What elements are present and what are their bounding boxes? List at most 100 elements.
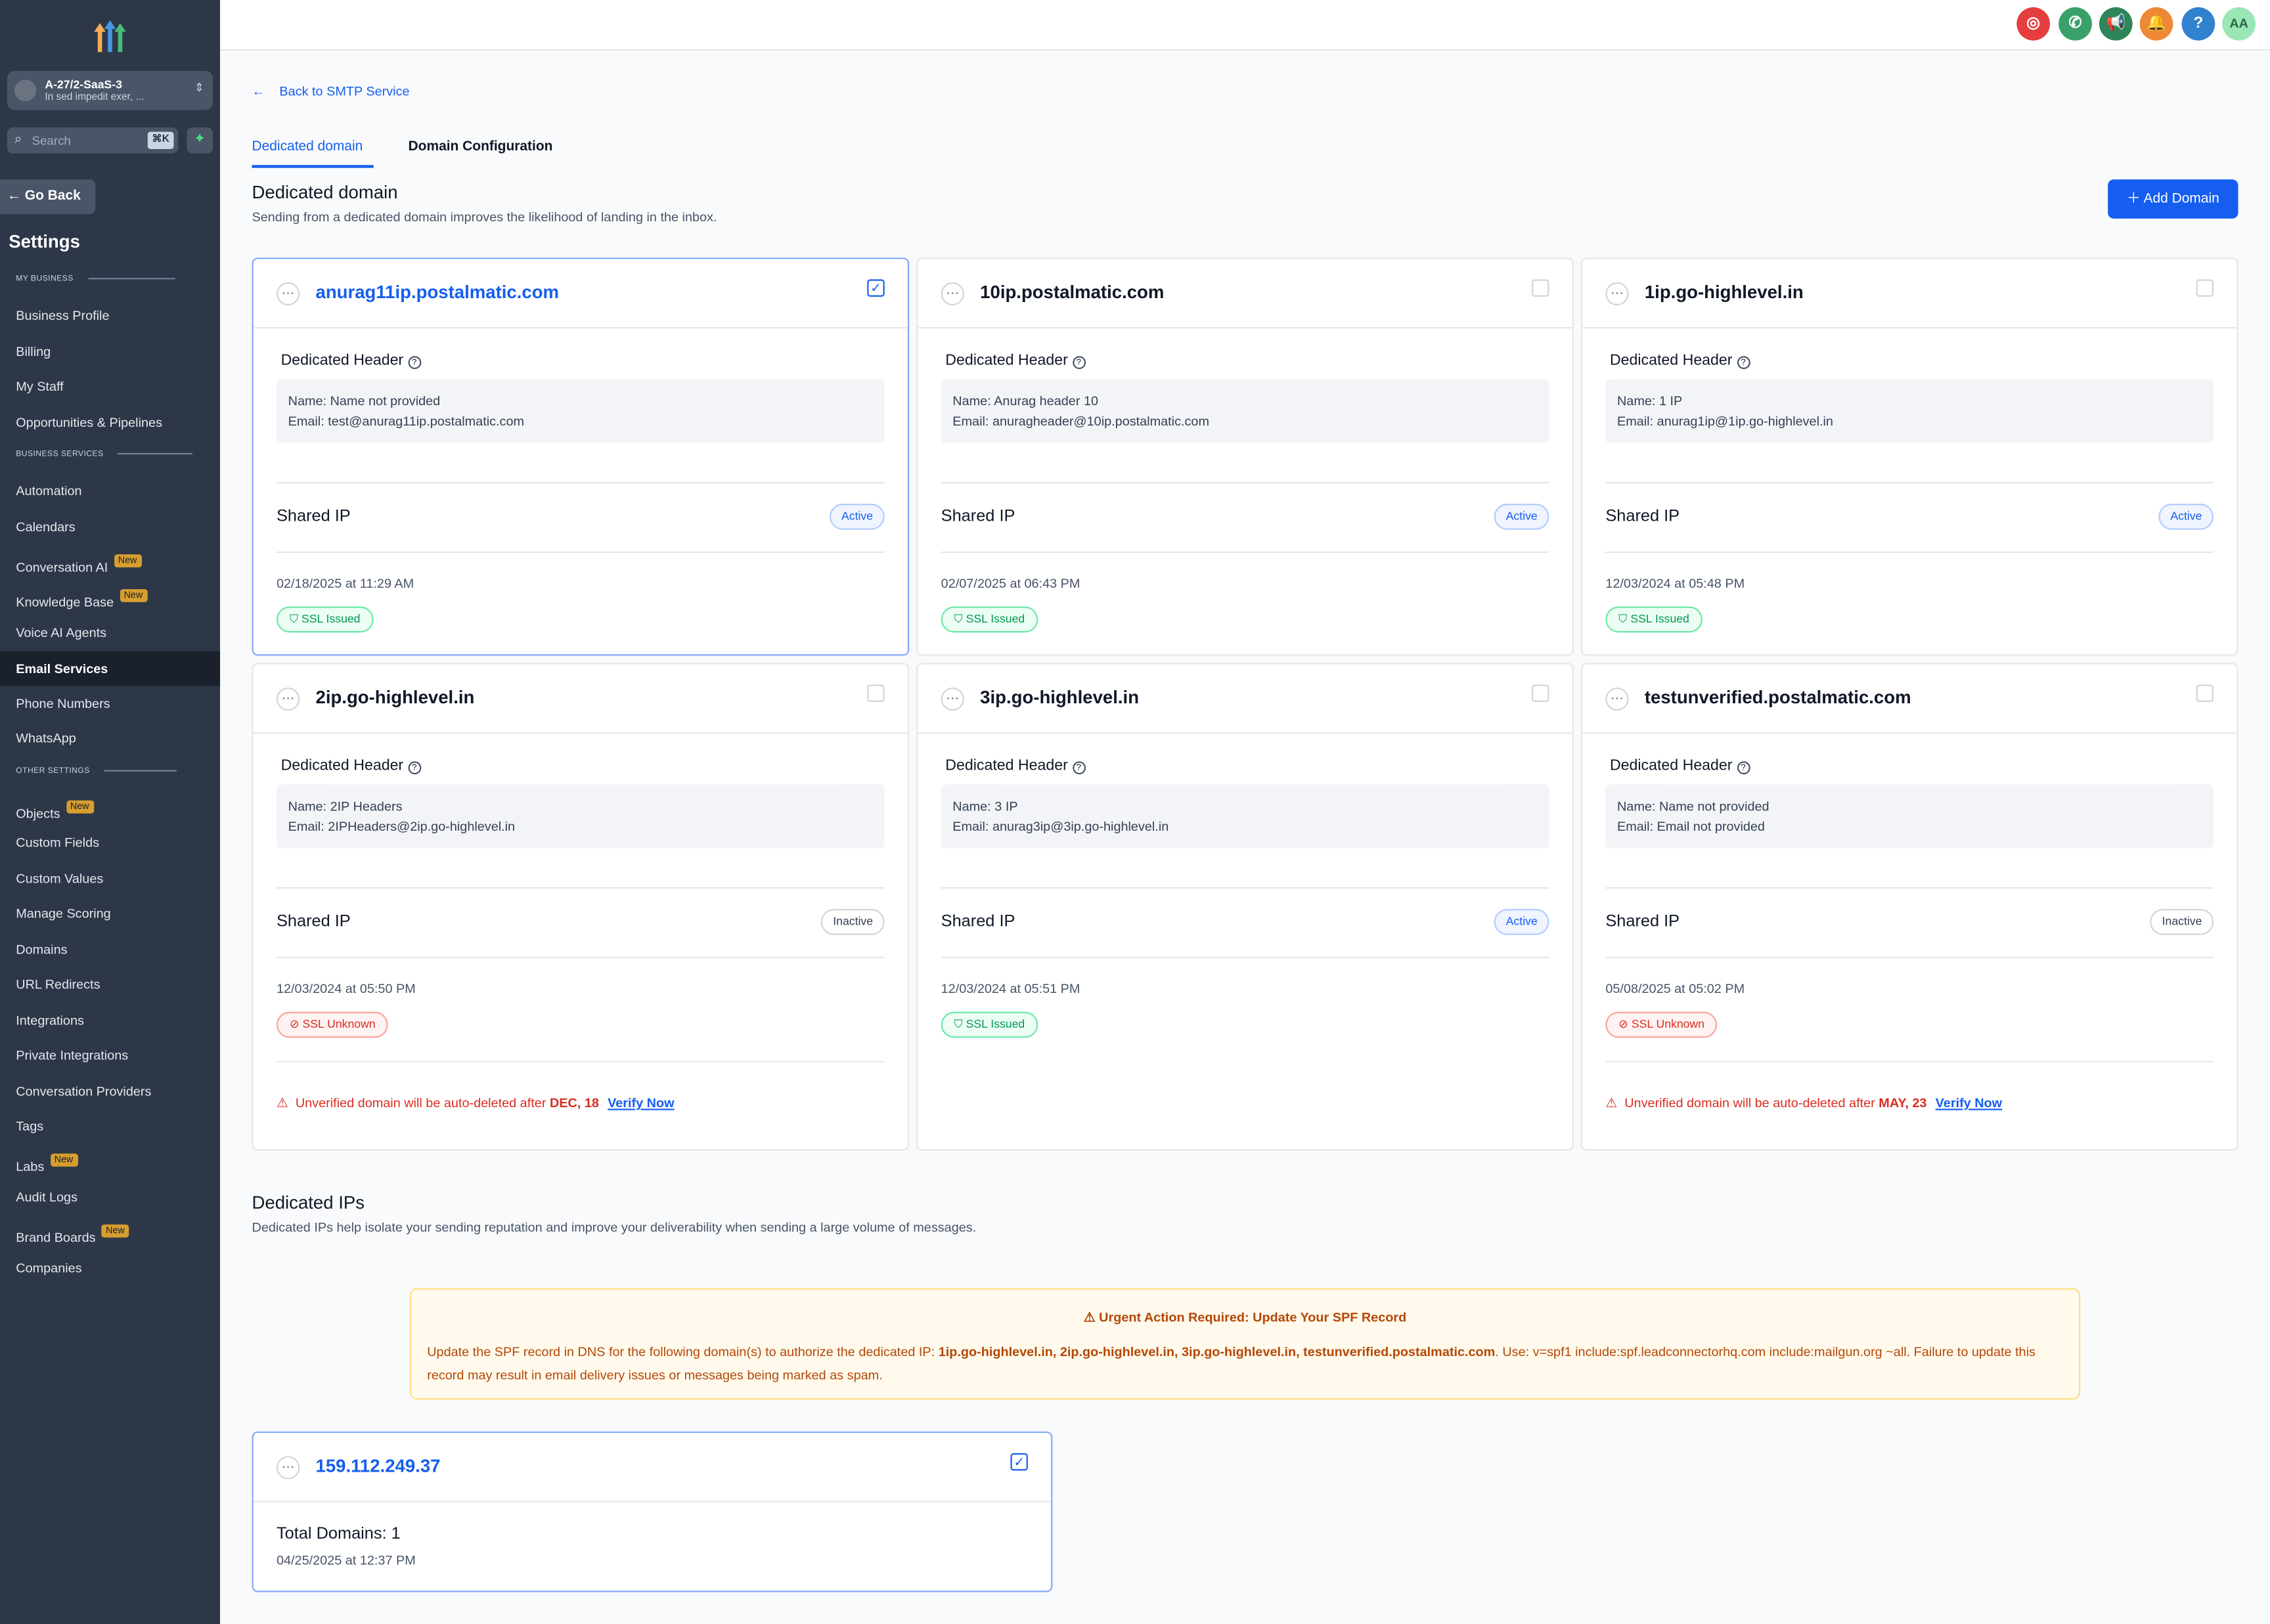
ip-card[interactable]: ··· 159.112.249.37 ✓ Total Domains: 1 04… xyxy=(252,1431,1053,1592)
spf-warning-body: Update the SPF record in DNS for the fol… xyxy=(427,1344,2036,1382)
created-date: 12/03/2024 at 05:48 PM xyxy=(1605,576,1745,591)
tab-dedicated-domain[interactable]: Dedicated domain xyxy=(252,139,374,168)
user-icon xyxy=(14,79,37,102)
sidebar-item-voice-ai[interactable]: Voice AI Agents xyxy=(16,625,106,640)
domain-checkbox[interactable] xyxy=(2196,684,2214,702)
chevron-updown-icon: ⇕ xyxy=(194,81,204,95)
verify-now-link[interactable]: Verify Now xyxy=(1936,1096,2002,1110)
shared-ip-label: Shared IP xyxy=(276,508,351,526)
domain-checkbox[interactable] xyxy=(867,684,885,702)
quick-links-icon[interactable]: ◎ xyxy=(2016,7,2051,41)
sidebar-item-objects[interactable]: Objects New xyxy=(16,800,94,821)
more-options-icon[interactable]: ··· xyxy=(1605,687,1629,711)
sidebar-item-whatsapp[interactable]: WhatsApp xyxy=(16,731,76,745)
info-icon: ? xyxy=(1072,761,1086,775)
sidebar-item-tags[interactable]: Tags xyxy=(16,1119,43,1133)
more-options-icon[interactable]: ··· xyxy=(941,282,964,306)
domain-card[interactable]: ··· 2ip.go-highlevel.in Dedicated Header… xyxy=(252,663,910,1151)
status-badge: Active xyxy=(1494,504,1549,530)
sidebar-item-calendars[interactable]: Calendars xyxy=(16,519,75,534)
sidebar-item-billing[interactable]: Billing xyxy=(16,345,51,359)
info-icon: ? xyxy=(1072,356,1086,370)
top-bar: ◎ ✆ 📢 🔔 ? AA xyxy=(220,0,2270,51)
sidebar-item-integrations[interactable]: Integrations xyxy=(16,1013,84,1028)
domain-checkbox[interactable] xyxy=(2196,279,2214,297)
sidebar-item-conversation-ai[interactable]: Conversation AI New xyxy=(16,554,142,575)
spf-warning-banner: ⚠ Urgent Action Required: Update Your SP… xyxy=(409,1288,2081,1400)
unverified-warning: ⚠ Unverified domain will be auto-deleted… xyxy=(276,1095,675,1110)
more-options-icon[interactable]: ··· xyxy=(276,1456,300,1480)
created-date: 02/07/2025 at 06:43 PM xyxy=(941,576,1080,591)
sidebar-item-custom-fields[interactable]: Custom Fields xyxy=(16,835,99,850)
logo-icon[interactable] xyxy=(90,17,131,55)
account-switcher[interactable]: A-27/2-SaaS-3 In sed impedit exer, ... ⇕ xyxy=(7,71,213,110)
created-date: 02/18/2025 at 11:29 AM xyxy=(276,576,414,591)
domain-card[interactable]: ··· testunverified.postalmatic.com Dedic… xyxy=(1580,663,2238,1151)
sidebar-item-phone-numbers[interactable]: Phone Numbers xyxy=(16,696,110,711)
info-icon: ? xyxy=(1737,761,1750,775)
sidebar-item-labs[interactable]: Labs New xyxy=(16,1153,78,1174)
more-options-icon[interactable]: ··· xyxy=(941,687,964,711)
plus-icon: ＋ xyxy=(2126,190,2141,208)
warning-icon: ⚠ xyxy=(1605,1095,1618,1110)
quick-action-button[interactable]: ✦ xyxy=(187,127,213,154)
new-badge: New xyxy=(114,554,142,568)
domain-checkbox[interactable] xyxy=(1531,684,1549,702)
back-link[interactable]: ← Back to SMTP Service xyxy=(252,84,410,99)
domain-card[interactable]: ··· 3ip.go-highlevel.in Dedicated Header… xyxy=(916,663,1574,1151)
more-options-icon[interactable]: ··· xyxy=(276,687,300,711)
add-domain-label: Add Domain xyxy=(2143,190,2219,208)
dedicated-header-label: Dedicated Header? xyxy=(1610,757,1750,775)
sidebar-item-opportunities[interactable]: Opportunities & Pipelines xyxy=(16,416,162,430)
sidebar-item-url-redirects[interactable]: URL Redirects xyxy=(16,977,100,992)
status-badge: Active xyxy=(830,504,885,530)
bell-icon[interactable]: 🔔 xyxy=(2139,7,2173,41)
domain-name: 1ip.go-highlevel.in xyxy=(1644,282,1804,303)
sidebar-item-automation[interactable]: Automation xyxy=(16,483,81,498)
sidebar-item-domains[interactable]: Domains xyxy=(16,942,67,957)
ip-checkbox[interactable]: ✓ xyxy=(1010,1453,1028,1471)
sidebar-item-business-profile[interactable]: Business Profile xyxy=(16,308,109,322)
search-input[interactable]: ⌕ Search ⌘K xyxy=(7,127,179,154)
domain-card[interactable]: ··· 1ip.go-highlevel.in Dedicated Header… xyxy=(1580,257,2238,656)
add-domain-button[interactable]: ＋ Add Domain xyxy=(2108,179,2238,219)
new-badge: New xyxy=(66,800,94,814)
user-avatar[interactable]: AA xyxy=(2222,7,2256,41)
domain-checkbox[interactable] xyxy=(1531,279,1549,297)
warning-icon: ⚠ xyxy=(276,1095,288,1110)
header-details: Name: 1 IP Email: anurag1ip@1ip.go-highle… xyxy=(1605,379,2214,443)
verify-now-link[interactable]: Verify Now xyxy=(608,1096,674,1110)
tab-domain-configuration[interactable]: Domain Configuration xyxy=(409,139,553,168)
domain-name: testunverified.postalmatic.com xyxy=(1644,687,1911,708)
sidebar-item-manage-scoring[interactable]: Manage Scoring xyxy=(16,906,110,921)
header-details: Name: 3 IP Email: anurag3ip@3ip.go-highle… xyxy=(941,784,1549,848)
search-icon: ⌕ xyxy=(14,131,22,146)
total-domains: Total Domains: 1 xyxy=(276,1525,401,1543)
sidebar-item-private-integrations[interactable]: Private Integrations xyxy=(16,1048,128,1063)
help-icon[interactable]: ? xyxy=(2181,7,2215,41)
warning-icon: ⚠ xyxy=(1083,1309,1096,1325)
domain-card[interactable]: ··· 10ip.postalmatic.com Dedicated Heade… xyxy=(916,257,1574,656)
sidebar-item-conversation-providers[interactable]: Conversation Providers xyxy=(16,1084,151,1099)
more-options-icon[interactable]: ··· xyxy=(1605,282,1629,306)
created-date: 12/03/2024 at 05:50 PM xyxy=(276,981,416,996)
sidebar-item-audit-logs[interactable]: Audit Logs xyxy=(16,1190,78,1204)
sidebar-item-brand-boards[interactable]: Brand Boards New xyxy=(16,1224,129,1245)
sidebar-item-companies[interactable]: Companies xyxy=(16,1261,81,1275)
go-back-button[interactable]: ← Go Back xyxy=(0,179,96,215)
sidebar-item-custom-values[interactable]: Custom Values xyxy=(16,871,103,886)
domain-card[interactable]: ··· anurag11ip.postalmatic.com ✓ Dedicat… xyxy=(252,257,910,656)
sidebar-item-knowledge-base[interactable]: Knowledge Base New xyxy=(16,589,147,609)
ssl-badge: ⛉ SSL Issued xyxy=(276,606,374,633)
sidebar-item-my-staff[interactable]: My Staff xyxy=(16,379,63,393)
domain-name: 10ip.postalmatic.com xyxy=(980,282,1165,303)
sidebar-item-email-services[interactable]: Email Services xyxy=(0,651,221,686)
account-subtitle: In sed impedit exer, ... xyxy=(45,93,145,103)
phone-icon[interactable]: ✆ xyxy=(2059,7,2092,41)
megaphone-icon[interactable]: 📢 xyxy=(2099,7,2133,41)
shared-ip-label: Shared IP xyxy=(1605,913,1680,931)
domain-checkbox[interactable]: ✓ xyxy=(867,279,885,297)
more-options-icon[interactable]: ··· xyxy=(276,282,300,306)
header-details: Name: 2IP Headers Email: 2IPHeaders@2ip.g… xyxy=(276,784,885,848)
status-badge: Inactive xyxy=(821,909,885,935)
